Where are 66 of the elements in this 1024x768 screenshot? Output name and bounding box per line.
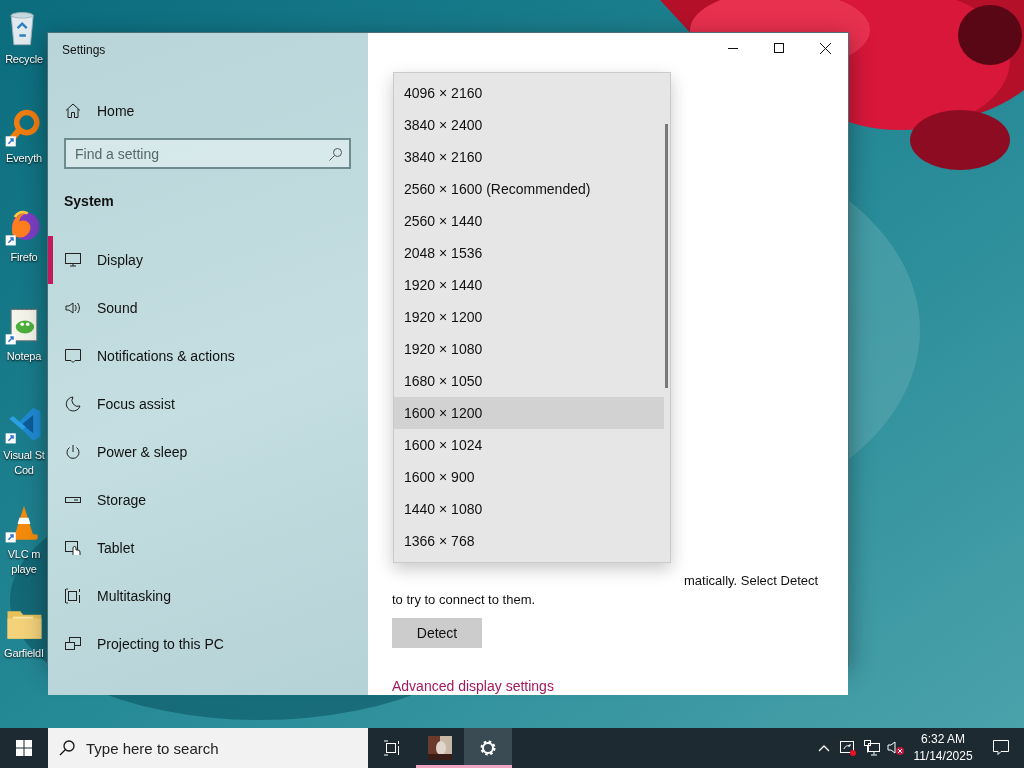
description-text: to try to connect to them.: [392, 591, 537, 609]
search-icon: [328, 147, 342, 161]
monitor-icon: [64, 251, 82, 269]
moon-icon: [64, 395, 82, 413]
chevron-up-icon: [818, 743, 830, 753]
desktop-icon-label[interactable]: Recycle: [5, 52, 43, 67]
speaker-muted-icon: [887, 739, 905, 757]
power-icon: [64, 443, 82, 461]
section-heading: System: [64, 193, 115, 210]
screens-icon: [64, 635, 82, 653]
scrollbar-thumb[interactable]: [665, 124, 668, 388]
resolution-option[interactable]: 1600 × 1200: [394, 397, 664, 429]
network-icon: [863, 739, 881, 757]
sidebar-item[interactable]: Focus assist: [48, 380, 368, 428]
resolution-option[interactable]: 1920 × 1200: [394, 301, 664, 333]
maximize-icon: [773, 42, 785, 54]
message-icon: [64, 347, 82, 365]
multitasking-icon: [64, 587, 82, 605]
sidebar-item[interactable]: Tablet: [48, 524, 368, 572]
sidebar-item[interactable]: Storage: [48, 476, 368, 524]
resolution-option[interactable]: 1920 × 1440: [394, 269, 664, 301]
clock-date[interactable]: 11/14/2025: [913, 748, 973, 765]
resolution-option[interactable]: 1366 × 768: [394, 525, 664, 557]
resolution-option[interactable]: 1920 × 1080: [394, 333, 664, 365]
resolution-option[interactable]: 3840 × 2400: [394, 109, 664, 141]
resolution-option[interactable]: 1440 × 1080: [394, 493, 664, 525]
resolution-option[interactable]: 2560 × 1600 (Recommended): [394, 173, 664, 205]
desktop-icon-label[interactable]: GarfieldI: [4, 646, 44, 661]
sidebar-item[interactable]: Display: [48, 236, 368, 284]
notification-icon[interactable]: [992, 739, 1010, 757]
window-title: Settings: [61, 42, 107, 59]
gear-icon: [478, 738, 498, 758]
tablet-icon: [64, 539, 82, 557]
sidebar-item[interactable]: Notifications & actions: [48, 332, 368, 380]
search-icon: [59, 740, 75, 756]
clock-time[interactable]: 6:32 AM: [921, 731, 965, 748]
sidebar-item[interactable]: Sound: [48, 284, 368, 332]
taskbar-search-field[interactable]: Type here to search: [48, 728, 368, 768]
desktop-icon-label[interactable]: Everyth: [6, 151, 42, 166]
resolution-option[interactable]: 1600 × 900: [394, 461, 664, 493]
speaker-icon: [64, 299, 82, 317]
desktop-icon-label[interactable]: Visual St Cod: [3, 448, 45, 478]
resolution-option[interactable]: 1600 × 1024: [394, 429, 664, 461]
task-view-icon: [383, 740, 401, 756]
sidebar-item[interactable]: Projecting to this PC: [48, 620, 368, 668]
resolution-option[interactable]: 2560 × 1440: [394, 205, 664, 237]
home-icon: [64, 102, 82, 120]
settings-app-button[interactable]: [464, 728, 512, 768]
home-link[interactable]: Home: [64, 99, 141, 123]
sidebar-item[interactable]: Multitasking: [48, 572, 368, 620]
description-text: matically. Select Detect: [683, 572, 820, 590]
advanced-settings-link[interactable]: Advanced display settings: [392, 678, 554, 695]
resolution-option[interactable]: 3840 × 2160: [394, 141, 664, 173]
detect-button[interactable]: Detect: [392, 618, 482, 648]
resolution-option[interactable]: 1680 × 1050: [394, 365, 664, 397]
sidebar-item[interactable]: Power & sleep: [48, 428, 368, 476]
desktop-icon-label[interactable]: VLC m playe: [7, 547, 41, 577]
windows-logo-icon: [16, 740, 32, 756]
resolution-option[interactable]: 2048 × 1536: [394, 237, 664, 269]
close-icon: [819, 42, 831, 54]
app-icon: [428, 736, 452, 760]
desktop-icon-label[interactable]: Notepa: [6, 349, 42, 364]
resolution-option[interactable]: 4096 × 2160: [394, 77, 664, 109]
sync-alert-icon: [839, 739, 857, 757]
desktop-icon-label[interactable]: Firefo: [10, 250, 38, 265]
search-field[interactable]: Find a setting: [64, 138, 351, 169]
